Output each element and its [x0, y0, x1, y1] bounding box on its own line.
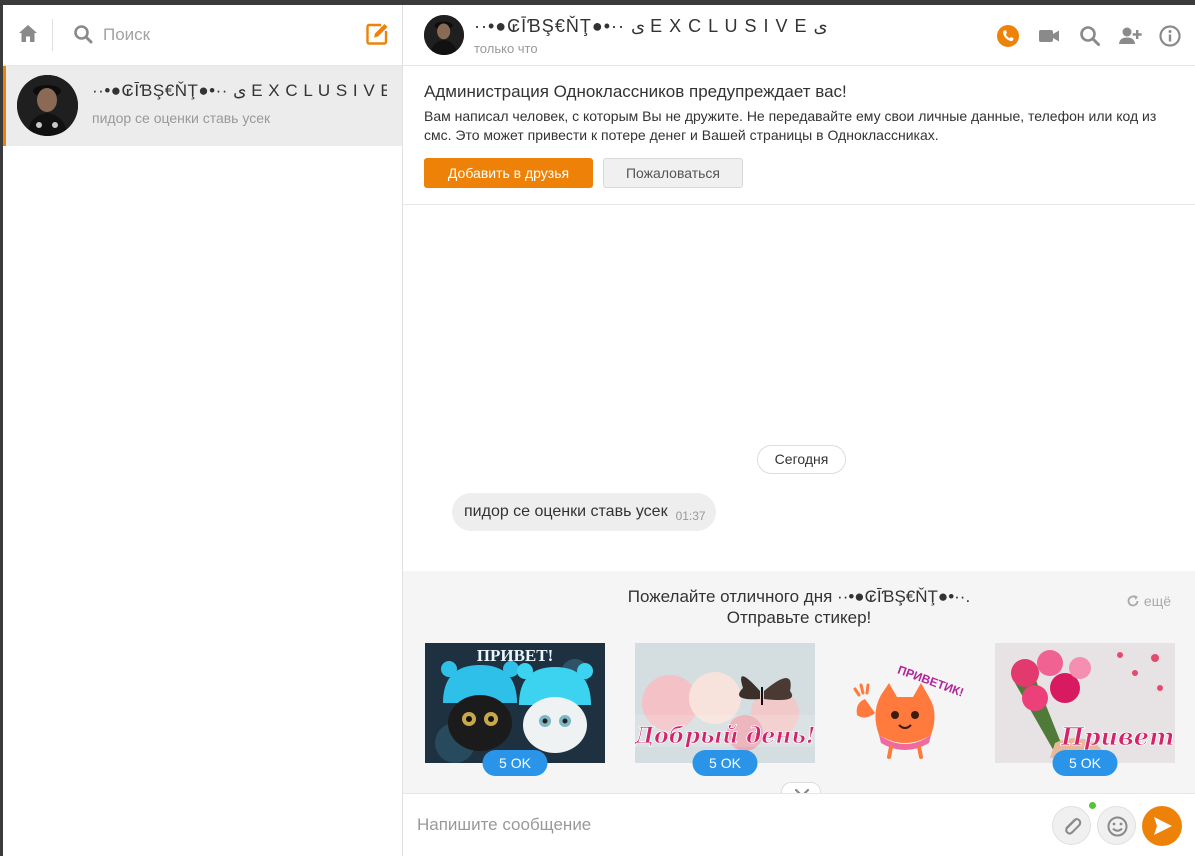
message-text: пидор се оценки ставь усек — [464, 503, 668, 520]
phone-icon[interactable] — [996, 24, 1020, 48]
smiley-icon[interactable] — [1097, 806, 1136, 845]
search-icon — [73, 23, 93, 45]
sticker-hello-cat[interactable]: ПРИВЕТИК! — [835, 643, 975, 763]
search-input[interactable] — [103, 19, 343, 51]
messenger-window: ··•●₢ĪƁŞ€ŇŢ●•·· ى E X C L U S I V E ى пи… — [0, 0, 1195, 856]
sticker-price[interactable]: 5 OK — [1052, 750, 1118, 776]
avatar[interactable] — [424, 15, 464, 55]
online-status: только что — [474, 41, 538, 56]
conversation-pane: ··•●₢ĪƁŞ€ŇŢ●•·· ى E X C L U S I V E ى то… — [403, 5, 1195, 856]
add-user-icon[interactable] — [1118, 24, 1142, 48]
sticker-caption: ПРИВЕТ! — [477, 646, 554, 665]
conversation-header: ··•●₢ĪƁŞ€ŇŢ●•·· ى E X C L U S I V E ى то… — [403, 5, 1195, 66]
message-composer — [403, 793, 1195, 856]
sidebar-toolbar — [3, 5, 402, 66]
message-input[interactable] — [417, 810, 1037, 840]
paperclip-icon[interactable] — [1052, 806, 1091, 845]
send-icon[interactable] — [1142, 806, 1182, 846]
info-icon[interactable] — [1158, 24, 1182, 48]
sticker-caption: Привет! — [1060, 722, 1175, 751]
chat-list-sidebar: ··•●₢ĪƁŞ€ŇŢ●•·· ى E X C L U S I V E ى пи… — [3, 5, 403, 856]
warning-title: Администрация Одноклассников предупрежда… — [424, 82, 847, 101]
refresh-icon — [1127, 595, 1139, 607]
sticker-price[interactable]: 5 OK — [692, 750, 758, 776]
video-icon[interactable] — [1037, 24, 1061, 48]
complain-button[interactable]: Пожаловаться — [603, 158, 743, 188]
date-separator: Сегодня — [757, 445, 846, 474]
add-friend-button[interactable]: Добавить в друзья — [424, 158, 593, 188]
search-icon[interactable] — [1078, 24, 1102, 48]
sticker-kittens[interactable]: ПРИВЕТ! 5 OK — [425, 643, 605, 776]
message-bubble[interactable]: пидор се оценки ставь усек 01:37 — [452, 493, 716, 531]
sticker-prompt: Пожелайте отличного дня ··•●₢ĪƁŞ€ŇŢ●•··.… — [403, 586, 1195, 628]
chat-name: ··•●₢ĪƁŞ€ŇŢ●•·· ى E X C L U S I V E ى — [92, 81, 387, 100]
more-stickers-button[interactable]: ещё — [1126, 593, 1171, 609]
sticker-good-day[interactable]: Добрый день! 5 OK — [633, 643, 816, 776]
sticker-suggestions: Пожелайте отличного дня ··•●₢ĪƁŞ€ŇŢ●•··.… — [403, 571, 1195, 793]
sticker-prompt-line1: Пожелайте отличного дня ··•●₢ĪƁŞ€ŇŢ●•··. — [627, 587, 971, 606]
sticker-price[interactable]: 5 OK — [482, 750, 548, 776]
avatar — [17, 75, 78, 136]
contact-name[interactable]: ··•●₢ĪƁŞ€ŇŢ●•·· ى E X C L U S I V E ى — [474, 16, 828, 37]
divider — [52, 19, 53, 51]
sticker-prompt-line2: Отправьте стикер! — [726, 608, 872, 627]
sticker-bouquet[interactable]: Привет! 5 OK — [995, 643, 1185, 776]
warning-text: Вам написал человек, с которым Вы не дру… — [424, 108, 1157, 143]
chat-last-message: пидор се оценки ставь усек — [92, 110, 271, 126]
sticker-caption: Добрый день! — [635, 723, 815, 749]
chat-list-item[interactable]: ··•●₢ĪƁŞ€ŇŢ●•·· ى E X C L U S I V E ى пи… — [3, 66, 402, 146]
message-time: 01:37 — [675, 508, 706, 523]
stranger-warning: Администрация Одноклассников предупрежда… — [403, 66, 1195, 205]
more-label: ещё — [1143, 593, 1171, 609]
compose-icon[interactable] — [365, 22, 389, 46]
home-icon[interactable] — [17, 22, 39, 46]
